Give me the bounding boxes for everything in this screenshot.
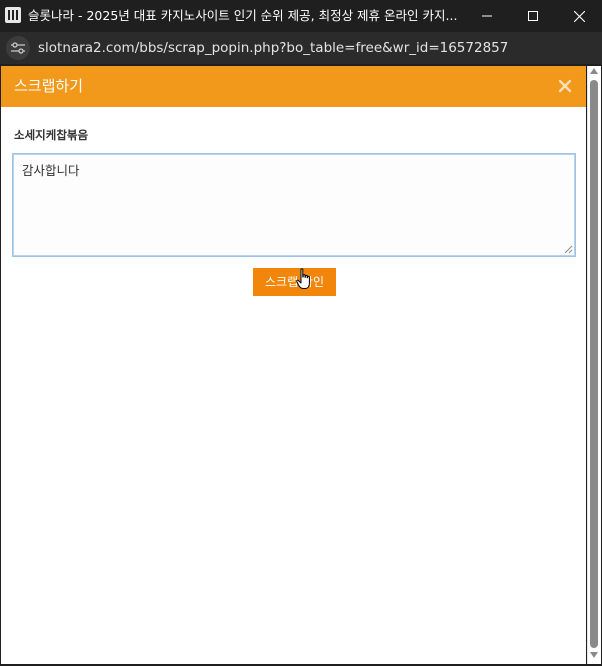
resize-grip-icon[interactable]	[564, 245, 573, 254]
maximize-button[interactable]	[510, 0, 556, 32]
hand-pointer-icon	[296, 268, 310, 289]
site-settings-button[interactable]	[6, 36, 30, 60]
popup-title: 스크랩하기	[14, 77, 84, 95]
close-button[interactable]	[556, 0, 602, 32]
minimize-icon	[482, 15, 492, 17]
popup-header: 스크랩하기	[1, 66, 586, 107]
close-icon	[573, 10, 585, 22]
post-title-label: 소세지케찹볶음	[14, 128, 89, 142]
window-title: 슬롯나라 - 2025년 대표 카지노사이트 인기 순위 제공, 최정상 제휴 …	[28, 8, 458, 23]
minimize-button[interactable]	[464, 0, 510, 32]
close-icon[interactable]	[556, 77, 574, 95]
scrap-confirm-button[interactable]: 스크랩 확인	[253, 268, 336, 296]
scroll-down-arrow-icon[interactable]	[590, 652, 598, 658]
app-icon	[5, 7, 21, 23]
site-settings-icon	[11, 42, 25, 54]
popup-viewport: 스크랩하기 소세지케찹볶음 감사합니다 스크랩 확인	[1, 66, 586, 664]
scroll-up-arrow-icon[interactable]	[590, 68, 598, 74]
window-titlebar[interactable]: 슬롯나라 - 2025년 대표 카지노사이트 인기 순위 제공, 최정상 제휴 …	[0, 0, 602, 32]
maximize-icon	[528, 11, 538, 21]
scrollbar-thumb[interactable]	[590, 80, 598, 648]
url-text[interactable]: slotnara2.com/bbs/scrap_popin.php?bo_tab…	[38, 39, 508, 57]
comment-textarea[interactable]: 감사합니다	[12, 153, 576, 257]
